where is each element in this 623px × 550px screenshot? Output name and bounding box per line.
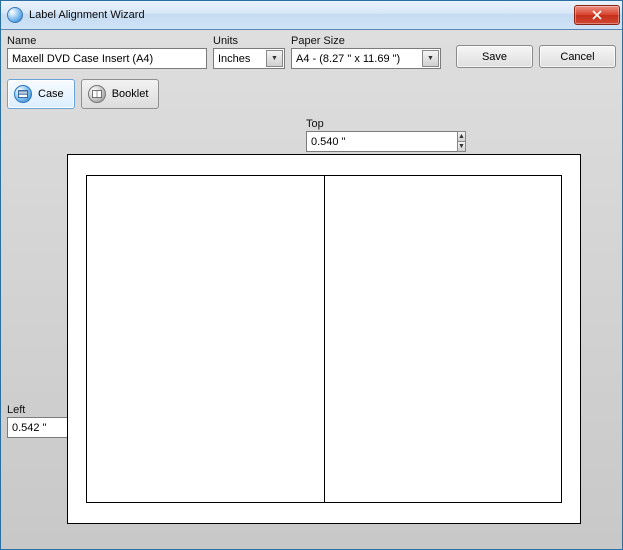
preview-area: Top ▲ ▼ Left ▲ ▼ (7, 121, 616, 524)
top-margin-label: Top (306, 118, 380, 130)
client-area: Name Units Inches ▼ Paper Size A4 - (8.2… (1, 30, 622, 549)
paper-select[interactable]: A4 - (8.27 " x 11.69 ") ▼ (291, 48, 441, 69)
save-button[interactable]: Save (456, 45, 533, 68)
tab-case-label: Case (38, 88, 64, 100)
units-select[interactable]: Inches ▼ (213, 48, 285, 69)
chevron-down-icon: ▼ (266, 50, 283, 67)
booklet-icon (88, 85, 106, 103)
title-bar: Label Alignment Wizard (1, 1, 622, 30)
top-margin-group: Top ▲ ▼ (306, 118, 380, 152)
units-label: Units (213, 35, 285, 47)
tab-case[interactable]: Case (7, 79, 75, 109)
tab-booklet-label: Booklet (112, 88, 149, 100)
window-title: Label Alignment Wizard (29, 9, 145, 21)
form-row: Name Units Inches ▼ Paper Size A4 - (8.2… (7, 35, 616, 69)
paper-preview (67, 154, 581, 524)
chevron-down-icon: ▼ (422, 50, 439, 67)
case-icon (14, 85, 32, 103)
paper-field-group: Paper Size A4 - (8.27 " x 11.69 ") ▼ (291, 35, 441, 69)
button-group: Save Cancel (447, 45, 616, 69)
name-field-group: Name (7, 35, 207, 69)
tab-bar: Case Booklet (7, 79, 616, 109)
close-button[interactable] (574, 5, 620, 25)
label-panel-left (87, 176, 325, 502)
app-icon (7, 7, 23, 23)
close-icon (592, 10, 602, 20)
name-input[interactable] (7, 48, 207, 69)
top-margin-input[interactable] (306, 131, 457, 152)
units-value: Inches (218, 53, 250, 65)
name-label: Name (7, 35, 207, 47)
label-panel-right (325, 176, 562, 502)
tab-booklet[interactable]: Booklet (81, 79, 160, 109)
cancel-button[interactable]: Cancel (539, 45, 616, 68)
top-margin-spinner[interactable]: ▲ ▼ (306, 131, 380, 152)
paper-label: Paper Size (291, 35, 441, 47)
spin-up-button[interactable]: ▲ (457, 131, 466, 141)
paper-value: A4 - (8.27 " x 11.69 ") (296, 53, 400, 65)
units-field-group: Units Inches ▼ (213, 35, 285, 69)
spin-down-button[interactable]: ▼ (457, 141, 466, 152)
label-outline (86, 175, 562, 503)
